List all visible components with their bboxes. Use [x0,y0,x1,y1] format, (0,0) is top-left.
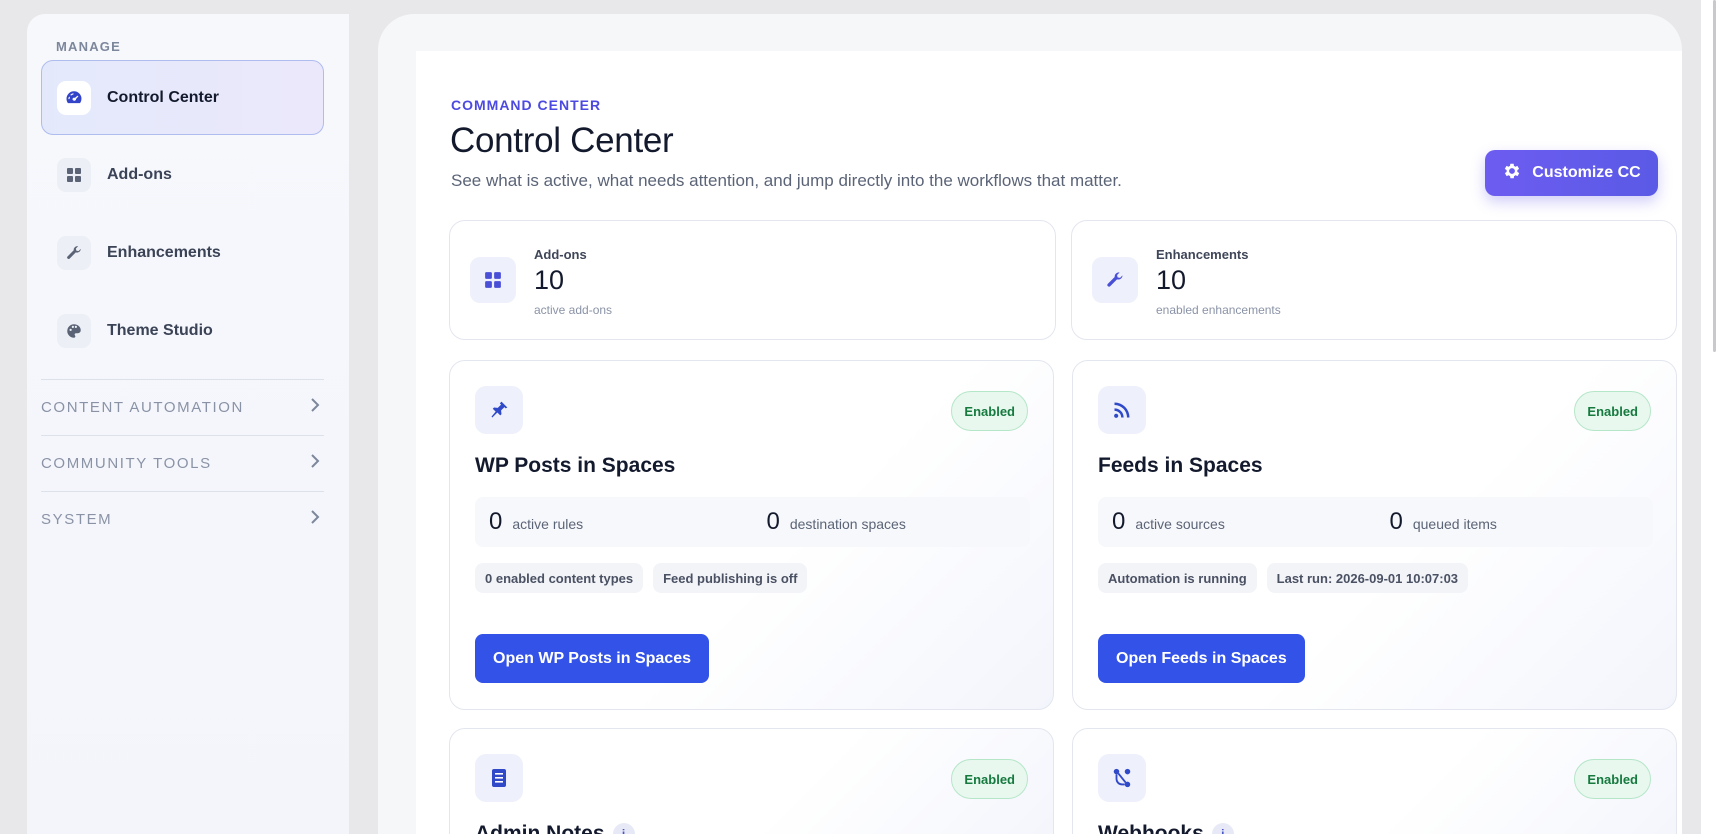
metric-label: destination spaces [789,516,906,532]
gauge-icon [57,80,91,115]
pin-icon [475,386,523,434]
feature-title: WP Posts in Spaces [475,454,676,477]
info-icon[interactable]: i [612,823,635,834]
page-title: Control Center [450,121,674,160]
status-badge: Enabled [951,759,1028,799]
feature-title-text: Webhooks [1098,822,1204,834]
feature-pills: 0 enabled content types Feed publishing … [475,563,808,593]
feature-title: Admin Notes i [475,822,635,834]
feature-title: Feeds in Spaces [1098,454,1263,477]
customize-cc-button[interactable]: Customize CC [1485,150,1658,196]
metric-label: queued items [1412,516,1497,532]
sidebar-item-enhancements[interactable]: Enhancements [41,215,324,291]
page-scrollbar[interactable] [1701,0,1717,834]
grid-icon [470,257,516,303]
sidebar-group-content-automation[interactable]: CONTENT AUTOMATION [41,379,324,435]
feature-metrics: 0 active sources 0 queued items [1098,497,1653,547]
sidebar-item-label: Control Center [107,88,219,106]
customize-cc-label: Customize CC [1532,164,1641,181]
metric-value: 0 [489,508,503,535]
sidebar-item-label: Theme Studio [107,322,213,339]
sidebar-item-label: Enhancements [107,244,221,261]
sidebar: MANAGE Control Center Add-ons Enhancemen… [27,14,349,834]
open-wp-posts-button[interactable]: Open WP Posts in Spaces [475,634,709,683]
stat-label: Enhancements [1156,247,1249,262]
metric-value: 0 [1112,508,1126,535]
chevron-right-icon [310,510,320,529]
sidebar-heading: MANAGE [56,39,121,54]
document-icon [475,754,523,802]
metric: 0 queued items [1376,508,1654,536]
sidebar-item-theme-studio[interactable]: Theme Studio [41,293,324,369]
feature-title-text: Admin Notes [475,822,605,834]
info-pill: Last run: 2026-09-01 10:07:03 [1266,563,1469,593]
stat-label: Add-ons [534,247,587,262]
chevron-right-icon [310,454,320,473]
stat-value: 10 [1156,265,1187,295]
sidebar-item-add-ons[interactable]: Add-ons [41,137,324,213]
gear-icon [1502,161,1522,186]
status-badge: Enabled [1574,391,1651,431]
metric: 0 destination spaces [753,508,1031,536]
sidebar-group-label: CONTENT AUTOMATION [41,399,244,416]
metric-value: 0 [1389,508,1403,535]
feature-card-feeds: Enabled Feeds in Spaces 0 active sources… [1072,360,1677,710]
status-badge: Enabled [951,391,1028,431]
sidebar-item-control-center[interactable]: Control Center [41,60,324,135]
sidebar-group-label: SYSTEM [41,511,113,528]
page-eyebrow: COMMAND CENTER [451,97,602,113]
feature-metrics: 0 active rules 0 destination spaces [475,497,1030,547]
stat-sub: enabled enhancements [1156,303,1281,317]
wrench-icon [57,236,91,270]
status-badge: Enabled [1574,759,1651,799]
scrollbar-thumb[interactable] [1713,0,1716,352]
info-icon[interactable]: i [1211,823,1234,834]
stat-card-add-ons: Add-ons 10 active add-ons [449,220,1056,340]
stat-value: 10 [534,265,565,295]
metric-value: 0 [766,508,780,535]
main-content: COMMAND CENTER Control Center See what i… [416,51,1682,834]
feature-card-wp-posts: Enabled WP Posts in Spaces 0 active rule… [449,360,1054,710]
grid-icon [57,158,91,192]
info-pill: Automation is running [1098,563,1257,593]
sidebar-group-system[interactable]: SYSTEM [41,491,324,547]
stat-sub: active add-ons [534,303,613,317]
info-pill: Feed publishing is off [653,563,808,593]
metric-label: active sources [1135,516,1225,532]
sidebar-group-community-tools[interactable]: COMMUNITY TOOLS [41,435,324,491]
info-pill: 0 enabled content types [475,563,644,593]
chevron-right-icon [310,398,320,417]
metric: 0 active rules [475,508,753,536]
sidebar-item-label: Add-ons [107,166,172,183]
rss-icon [1098,386,1146,434]
open-feeds-button[interactable]: Open Feeds in Spaces [1098,634,1305,683]
metric-label: active rules [512,516,584,532]
stat-card-enhancements: Enhancements 10 enabled enhancements [1071,220,1677,340]
sidebar-group-label: COMMUNITY TOOLS [41,455,212,472]
feature-card-admin-notes: Enabled Admin Notes i [449,728,1054,834]
feature-title: Webhooks i [1098,822,1234,834]
page-subtitle: See what is active, what needs attention… [451,171,1122,190]
metric: 0 active sources [1098,508,1376,536]
sidebar-groups: CONTENT AUTOMATION COMMUNITY TOOLS SYSTE… [41,379,324,547]
palette-icon [57,314,91,348]
webhook-icon [1098,754,1146,802]
feature-card-webhooks: Enabled Webhooks i [1072,728,1677,834]
feature-pills: Automation is running Last run: 2026-09-… [1098,563,1469,593]
wrench-icon [1092,257,1138,303]
